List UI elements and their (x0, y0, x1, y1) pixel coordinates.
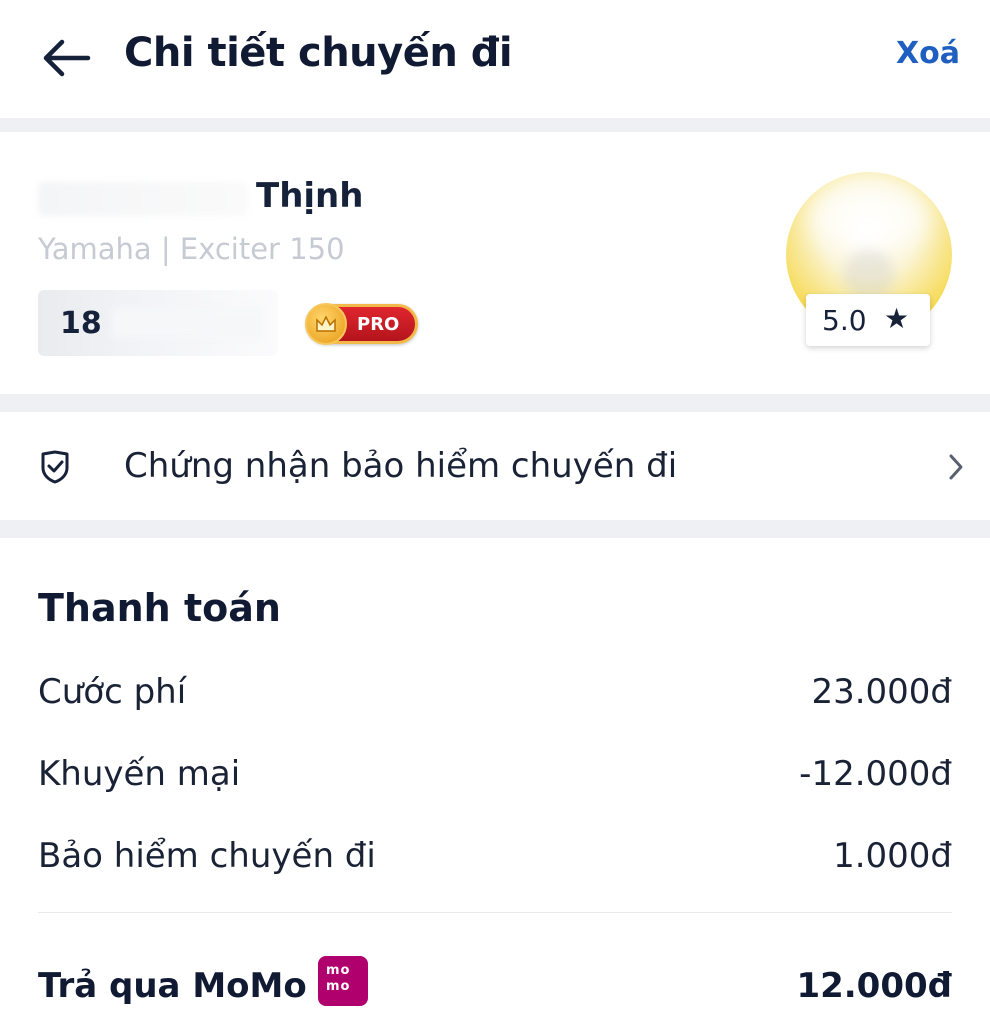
section-divider (0, 394, 990, 412)
arrow-left-icon (43, 39, 91, 77)
fare-label: Cước phí (38, 672, 187, 712)
promotion-row: Khuyến mại -12.000đ (38, 754, 952, 798)
vehicle-info: Yamaha | Exciter 150 (38, 232, 345, 266)
driver-card: Thịnh Yamaha | Exciter 150 18 PRO 5.0 ★ (0, 132, 990, 394)
fare-value: 23.000đ (811, 672, 952, 712)
shield-check-icon (41, 450, 69, 484)
insurance-fee-label: Bảo hiểm chuyến đi (38, 836, 376, 876)
promotion-value: -12.000đ (799, 754, 952, 794)
chevron-right-icon (949, 454, 963, 480)
crown-icon (305, 303, 347, 345)
star-icon: ★ (884, 302, 910, 335)
payment-section: Thanh toán Cước phí 23.000đ Khuyến mại -… (0, 538, 990, 1024)
license-plate-redacted (112, 308, 262, 338)
section-divider (0, 520, 990, 538)
total-label: Trả qua MoMo (38, 966, 307, 1006)
license-plate-text: 18 (60, 306, 102, 341)
app-header: Chi tiết chuyến đi Xoá (0, 0, 990, 118)
page-title: Chi tiết chuyến đi (124, 30, 513, 76)
total-value: 12.000đ (796, 966, 952, 1006)
rating-badge: 5.0 ★ (806, 294, 930, 346)
insurance-fee-value: 1.000đ (833, 836, 952, 876)
license-plate: 18 (38, 290, 278, 356)
insurance-fee-row: Bảo hiểm chuyến đi 1.000đ (38, 836, 952, 880)
promotion-label: Khuyến mại (38, 754, 241, 794)
divider (38, 912, 952, 913)
insurance-label: Chứng nhận bảo hiểm chuyến đi (124, 446, 678, 486)
payment-title: Thanh toán (38, 586, 281, 630)
insurance-certificate-row[interactable]: Chứng nhận bảo hiểm chuyến đi (0, 412, 990, 520)
delete-button[interactable]: Xoá (896, 36, 960, 71)
driver-name: Thịnh (256, 176, 364, 216)
driver-name-redacted (38, 182, 248, 216)
pro-badge: PRO (305, 303, 418, 345)
momo-logo-icon: mo mo (318, 956, 368, 1006)
rating-value: 5.0 (822, 304, 867, 337)
back-button[interactable] (38, 34, 94, 82)
pro-badge-label: PRO (357, 314, 400, 335)
section-divider (0, 118, 990, 132)
fare-row: Cước phí 23.000đ (38, 672, 952, 716)
